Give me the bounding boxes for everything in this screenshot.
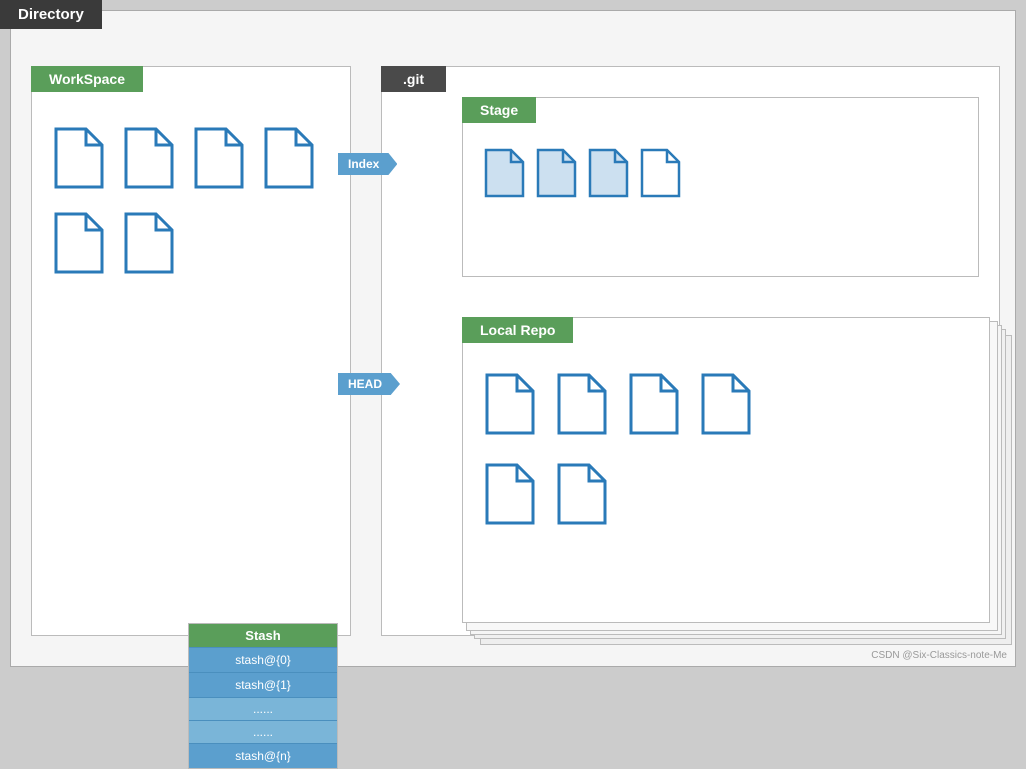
repo-file-6 (555, 463, 607, 530)
stage-file-3 (587, 148, 629, 203)
index-arrow: Index (338, 153, 397, 175)
workspace-file-2 (122, 127, 174, 194)
stash-dots-2: ...... (189, 720, 337, 743)
stash-box: Stash stash@{0} stash@{1} ...... ...... … (188, 623, 338, 769)
repo-file-3 (627, 373, 679, 440)
repo-files-row1 (483, 373, 751, 440)
head-arrow-label: HEAD (338, 373, 400, 395)
repo-file-5 (483, 463, 535, 530)
local-repo-label: Local Repo (462, 317, 573, 343)
local-repo-stack: HEAD Local Repo (462, 317, 994, 627)
title-text: Directory (18, 6, 84, 23)
stash-dots-1: ...... (189, 697, 337, 720)
stage-file-2 (535, 148, 577, 203)
workspace-label: WorkSpace (31, 66, 143, 92)
stash-label: Stash (189, 624, 337, 647)
repo-file-4 (699, 373, 751, 440)
repo-files-row2 (483, 463, 607, 530)
title-bar: Directory (0, 0, 102, 29)
workspace-files (52, 127, 332, 279)
stage-file-1 (483, 148, 525, 203)
watermark: CSDN @Six-Classics-note-Me (871, 650, 1007, 661)
git-label: .git (381, 66, 446, 92)
workspace-file-6 (122, 212, 174, 279)
main-area: WorkSpace (10, 10, 1016, 667)
repo-file-2 (555, 373, 607, 440)
stash-item-0: stash@{0} (189, 647, 337, 672)
repo-file-1 (483, 373, 535, 440)
repo-layer-main: HEAD Local Repo (462, 317, 990, 623)
stage-file-4 (639, 148, 681, 203)
stash-item-n: stash@{n} (189, 743, 337, 768)
stage-files (483, 148, 681, 203)
workspace-file-1 (52, 127, 104, 194)
workspace-file-4 (262, 127, 314, 194)
head-arrow: HEAD (338, 373, 400, 395)
outer-container: Directory WorkSpace (0, 0, 1026, 677)
stage-label: Stage (462, 97, 536, 123)
git-panel: .git Index Stage (381, 66, 1000, 636)
stage-box: Index Stage (462, 97, 979, 277)
workspace-panel: WorkSpace (31, 66, 351, 636)
index-arrow-label: Index (338, 153, 397, 175)
workspace-file-5 (52, 212, 104, 279)
workspace-file-3 (192, 127, 244, 194)
stash-item-1: stash@{1} (189, 672, 337, 697)
